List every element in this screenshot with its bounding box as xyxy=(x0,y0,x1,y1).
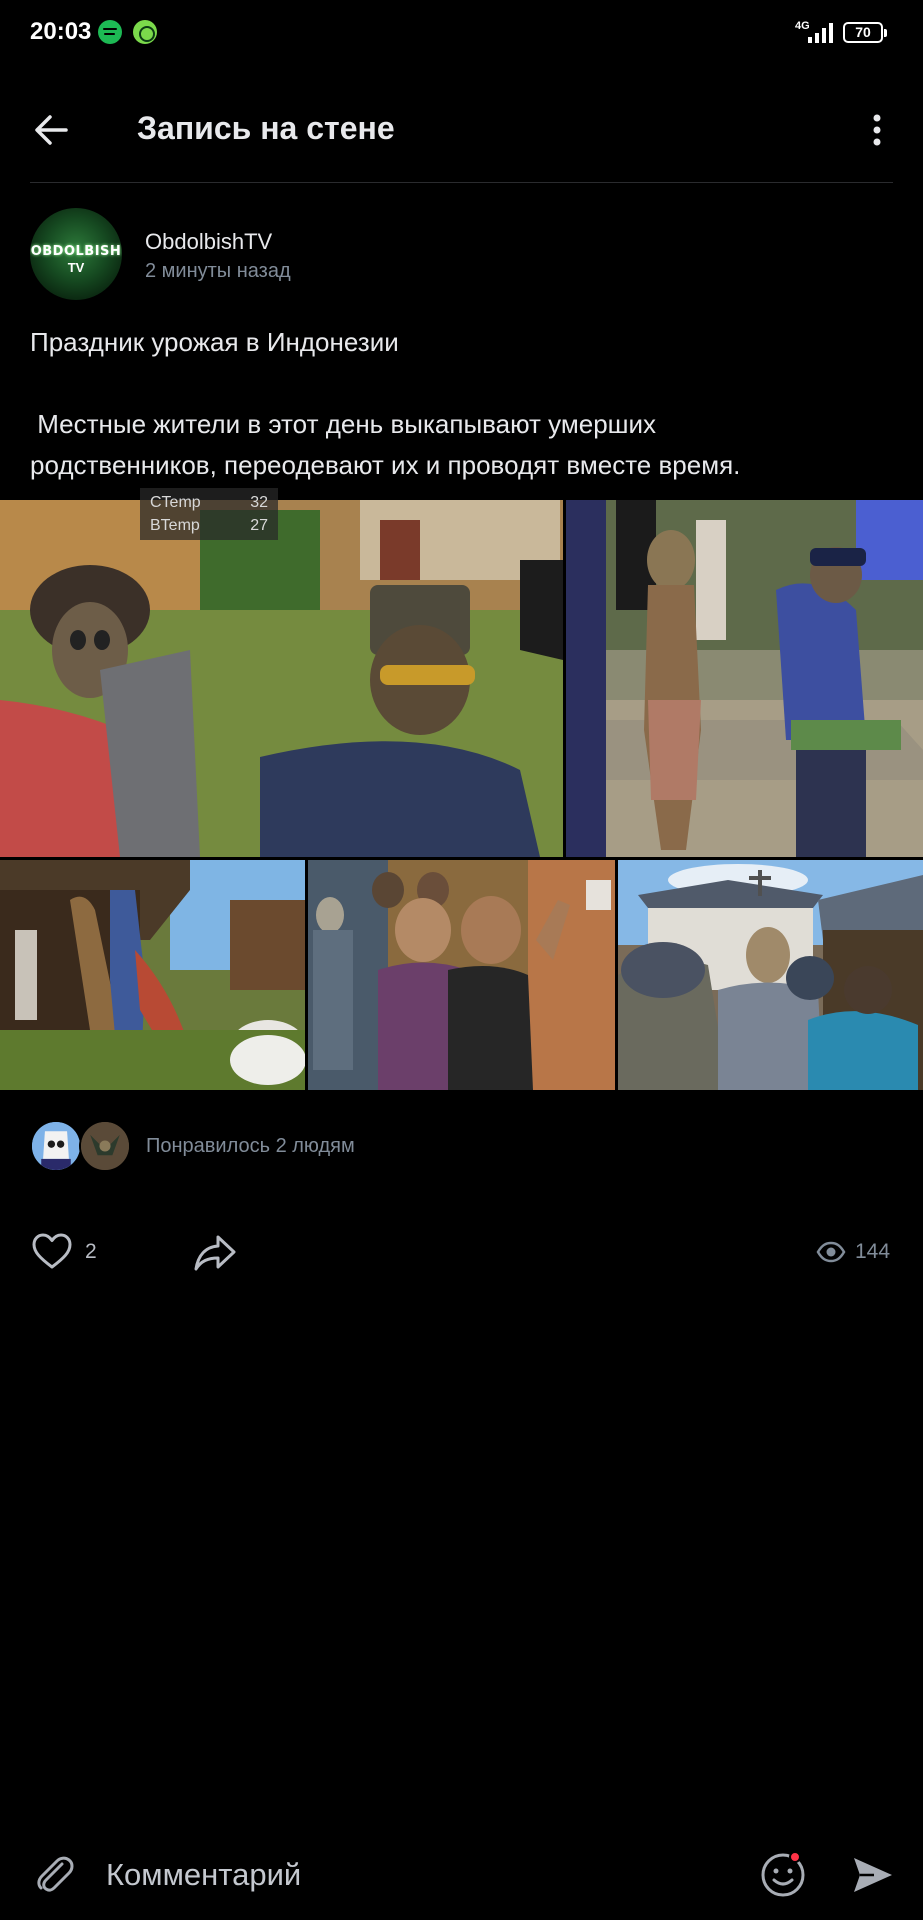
post-photo-4[interactable] xyxy=(308,860,615,1090)
battery-indicator: 70 xyxy=(843,22,887,43)
share-button[interactable] xyxy=(192,1232,238,1274)
post-photo-1[interactable] xyxy=(0,500,563,857)
header-divider xyxy=(30,182,893,183)
avatar-logo-subtext: TV xyxy=(67,260,85,275)
comment-input[interactable] xyxy=(106,1855,726,1895)
post-text-line: родственников, переодевают их и проводят… xyxy=(30,450,741,480)
post-text-line: Праздник урожая в Индонезии xyxy=(30,327,399,357)
shield-icon xyxy=(133,20,157,44)
liker-avatar[interactable] xyxy=(30,1120,82,1172)
back-button[interactable] xyxy=(30,108,74,152)
ctemp-label: CTemp xyxy=(150,494,201,511)
status-time: 20:03 xyxy=(30,18,92,45)
temperature-overlay: CTemp 32 BTemp 27 xyxy=(140,488,278,540)
post-text: Праздник урожая в Индонезии Местные жите… xyxy=(30,322,890,486)
avatar-logo-text: OBDOLBISH xyxy=(30,244,122,259)
notification-dot xyxy=(789,1851,801,1863)
attach-icon[interactable] xyxy=(32,1852,76,1896)
post-text-line: Местные жители в этот день выкапывают ум… xyxy=(30,409,657,439)
btemp-label: BTemp xyxy=(150,517,200,534)
post-time: 2 минуты назад xyxy=(145,260,291,282)
btemp-value: 27 xyxy=(250,517,268,534)
post-photo-3[interactable] xyxy=(0,860,305,1090)
author-name[interactable]: ObdolbishTV xyxy=(145,229,272,255)
page-title: Запись на стене xyxy=(137,110,395,146)
send-button[interactable] xyxy=(850,1852,896,1898)
views-count: 144 xyxy=(855,1240,891,1263)
liker-avatar[interactable] xyxy=(79,1120,131,1172)
signal-icon xyxy=(808,23,833,43)
ctemp-value: 32 xyxy=(250,494,268,511)
author-avatar[interactable]: OBDOLBISH TV xyxy=(30,208,122,300)
likes-summary[interactable]: Понравилось 2 людям xyxy=(146,1135,355,1158)
spotify-icon xyxy=(98,20,122,44)
post-photo-2[interactable] xyxy=(566,500,923,857)
like-count: 2 xyxy=(85,1240,97,1263)
like-button[interactable] xyxy=(30,1230,74,1274)
more-options-button[interactable] xyxy=(862,108,892,152)
post-photo-5[interactable] xyxy=(618,860,923,1090)
eye-icon xyxy=(816,1241,846,1263)
